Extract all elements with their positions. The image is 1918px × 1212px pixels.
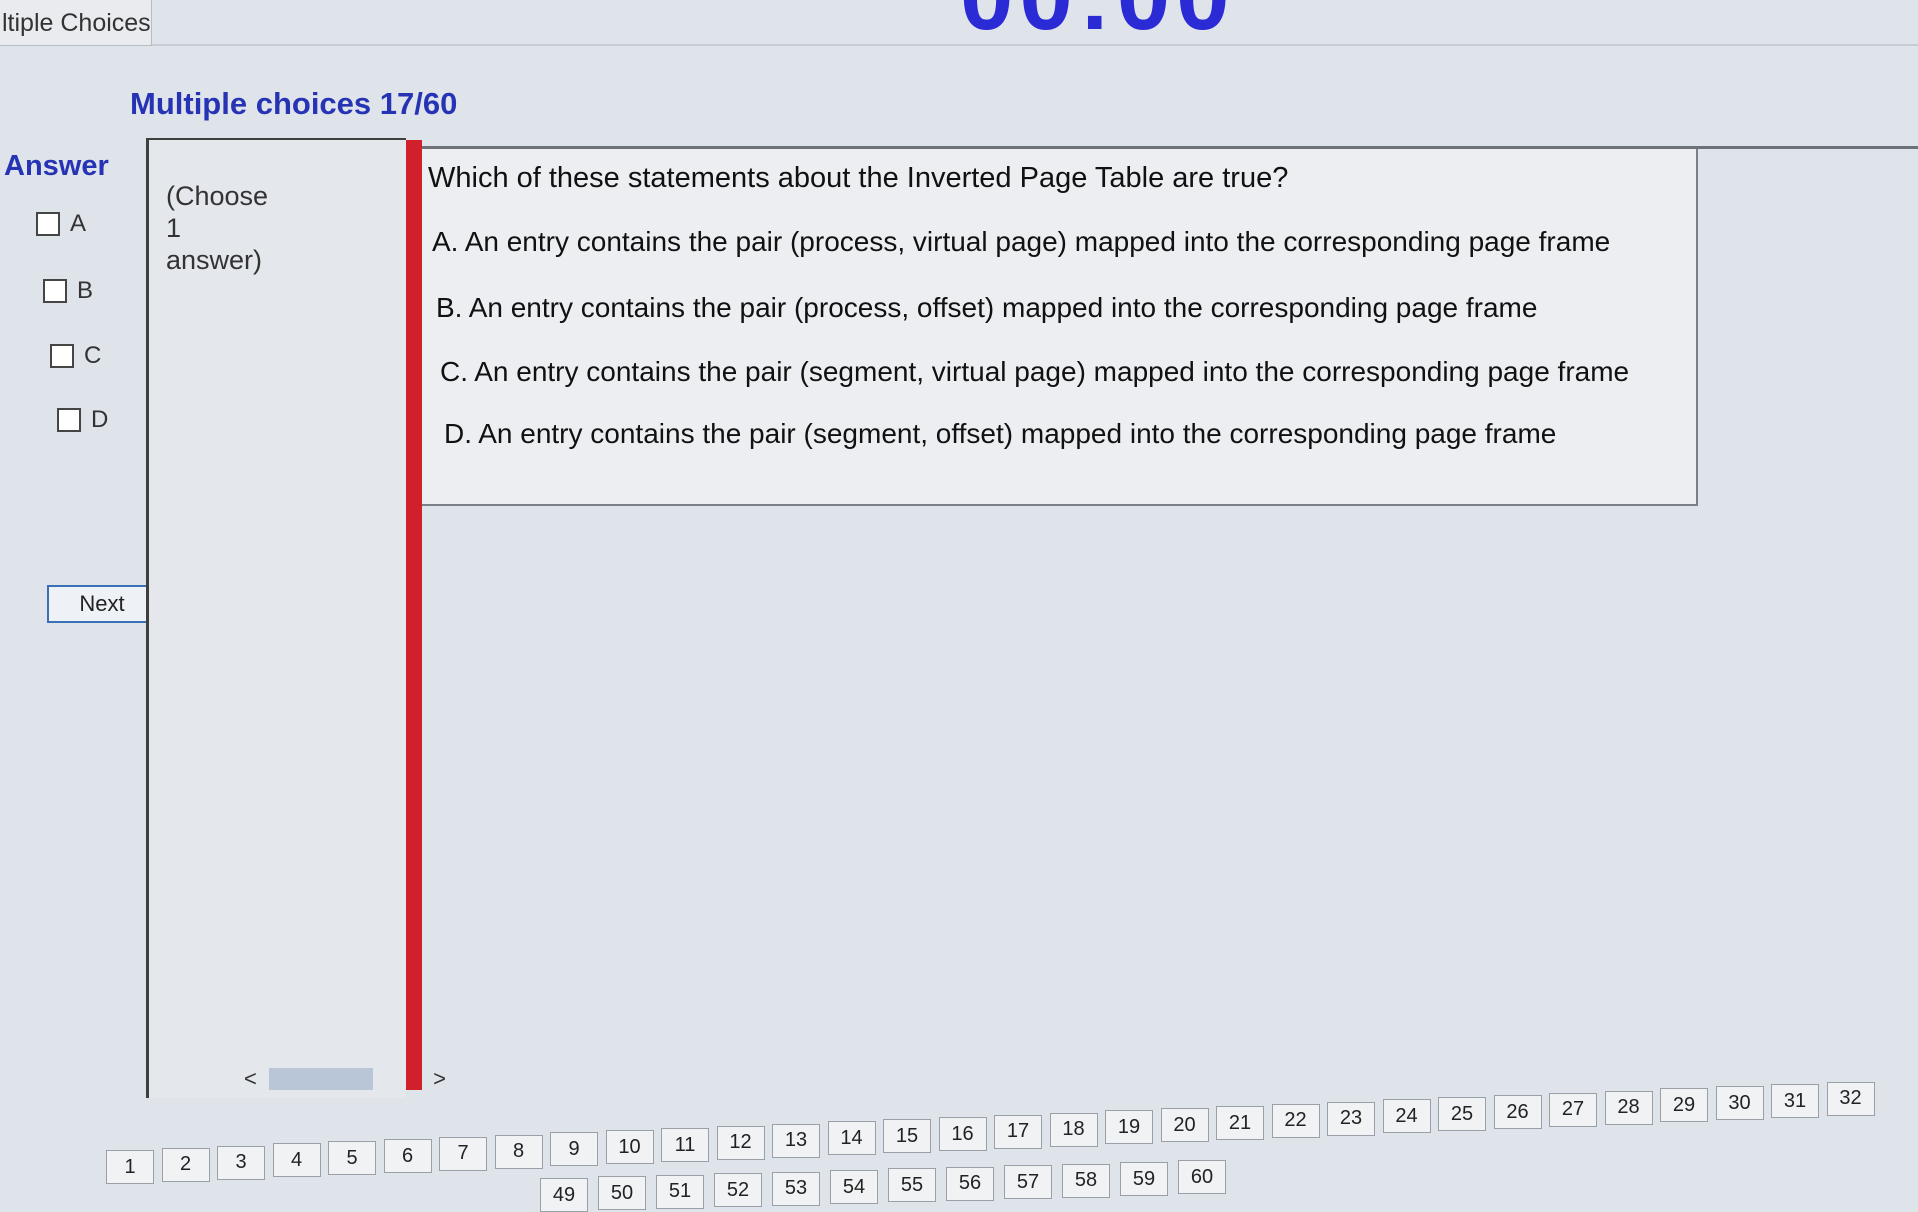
window-tab[interactable]: ltiple Choices: [0, 0, 152, 46]
page-button-54[interactable]: 54: [830, 1170, 878, 1204]
answer-option-label: A: [70, 210, 87, 237]
page-button-9[interactable]: 9: [550, 1132, 598, 1167]
page-button-18[interactable]: 18: [1049, 1112, 1098, 1147]
page-button-20[interactable]: 20: [1160, 1108, 1209, 1143]
page-button-28[interactable]: 28: [1604, 1090, 1653, 1125]
checkbox-a[interactable]: [36, 212, 60, 236]
answer-option-d[interactable]: D: [57, 406, 108, 434]
answer-option-a[interactable]: A: [36, 210, 86, 238]
page-button-13[interactable]: 13: [772, 1123, 820, 1158]
question-panel: [422, 146, 1698, 506]
page-button-53[interactable]: 53: [772, 1171, 820, 1206]
page-title: Multiple choices 17/60: [130, 86, 458, 121]
choice-b: B. An entry contains the pair (process, …: [436, 292, 1538, 323]
next-button[interactable]: Next: [47, 585, 157, 623]
instruction-line: answer): [166, 245, 263, 275]
page-button-7[interactable]: 7: [439, 1136, 487, 1171]
divider: [152, 44, 1918, 46]
page-button-50[interactable]: 50: [598, 1176, 646, 1211]
answer-option-c[interactable]: C: [50, 342, 101, 370]
instruction-line: 1: [166, 213, 182, 243]
question-pager: 1 2 3 4 5 6 7 8 9 10 11 12 13 14 15 16 17 18 19 20 21 22 23 24 2…: [0, 1081, 1918, 1212]
choice-c: C. An entry contains the pair (segment, …: [440, 356, 1630, 387]
page-button-2[interactable]: 2: [161, 1147, 210, 1182]
answer-label: Answer: [4, 150, 109, 182]
splitter-bar[interactable]: [406, 140, 422, 1090]
checkbox-c[interactable]: [50, 344, 74, 368]
scroll-thumb[interactable]: [268, 1068, 374, 1090]
page-button-57[interactable]: 57: [1004, 1165, 1052, 1200]
page-button-4[interactable]: 4: [272, 1143, 321, 1178]
answer-option-label: D: [91, 406, 109, 433]
page-button-60[interactable]: 60: [1178, 1160, 1226, 1195]
instruction-text: (Choose 1 answer): [166, 180, 306, 276]
page-button-51[interactable]: 51: [656, 1174, 704, 1209]
choice-d: D. An entry contains the pair (segment, …: [444, 418, 1557, 449]
answer-option-b[interactable]: B: [43, 277, 93, 305]
answer-option-label: B: [77, 277, 94, 304]
page-button-12[interactable]: 12: [716, 1125, 765, 1160]
page-button-3[interactable]: 3: [217, 1145, 265, 1180]
checkbox-d[interactable]: [57, 408, 81, 432]
question-text: Which of these statements about the Inve…: [428, 162, 1289, 194]
page-button-14[interactable]: 14: [827, 1121, 876, 1156]
page-button-31[interactable]: 31: [1771, 1084, 1819, 1118]
page-button-15[interactable]: 15: [883, 1119, 931, 1154]
page-button-24[interactable]: 24: [1382, 1099, 1431, 1134]
choice-a: A. An entry contains the pair (process, …: [432, 226, 1611, 257]
instruction-panel: [146, 138, 406, 1098]
page-button-21[interactable]: 21: [1216, 1106, 1264, 1140]
page-button-56[interactable]: 56: [946, 1166, 994, 1201]
page-button-22[interactable]: 22: [1271, 1103, 1320, 1138]
page-button-6[interactable]: 6: [383, 1139, 432, 1173]
page-button-32[interactable]: 32: [1826, 1081, 1875, 1116]
page-button-10[interactable]: 10: [605, 1130, 654, 1165]
answer-option-label: C: [84, 342, 102, 369]
page-button-27[interactable]: 27: [1549, 1092, 1597, 1127]
page-button-11[interactable]: 11: [661, 1128, 709, 1162]
page-button-55[interactable]: 55: [888, 1168, 936, 1203]
page-button-52[interactable]: 52: [714, 1173, 762, 1208]
page-button-29[interactable]: 29: [1660, 1088, 1708, 1123]
checkbox-b[interactable]: [43, 279, 67, 303]
page-button-1[interactable]: 1: [106, 1150, 154, 1184]
question-panel-border: [422, 146, 1918, 149]
page-button-8[interactable]: 8: [494, 1134, 543, 1169]
page-button-58[interactable]: 58: [1062, 1163, 1110, 1198]
page-button-17[interactable]: 17: [994, 1114, 1042, 1149]
page-button-19[interactable]: 19: [1105, 1110, 1153, 1145]
page-button-59[interactable]: 59: [1120, 1162, 1168, 1196]
page-button-5[interactable]: 5: [328, 1141, 376, 1176]
page-button-49[interactable]: 49: [540, 1178, 588, 1212]
page-button-25[interactable]: 25: [1438, 1097, 1486, 1132]
page-button-23[interactable]: 23: [1327, 1101, 1375, 1136]
page-button-16[interactable]: 16: [938, 1117, 987, 1151]
page-button-26[interactable]: 26: [1493, 1095, 1542, 1129]
page-button-30[interactable]: 30: [1715, 1086, 1764, 1121]
instruction-line: (Choose: [166, 181, 269, 211]
